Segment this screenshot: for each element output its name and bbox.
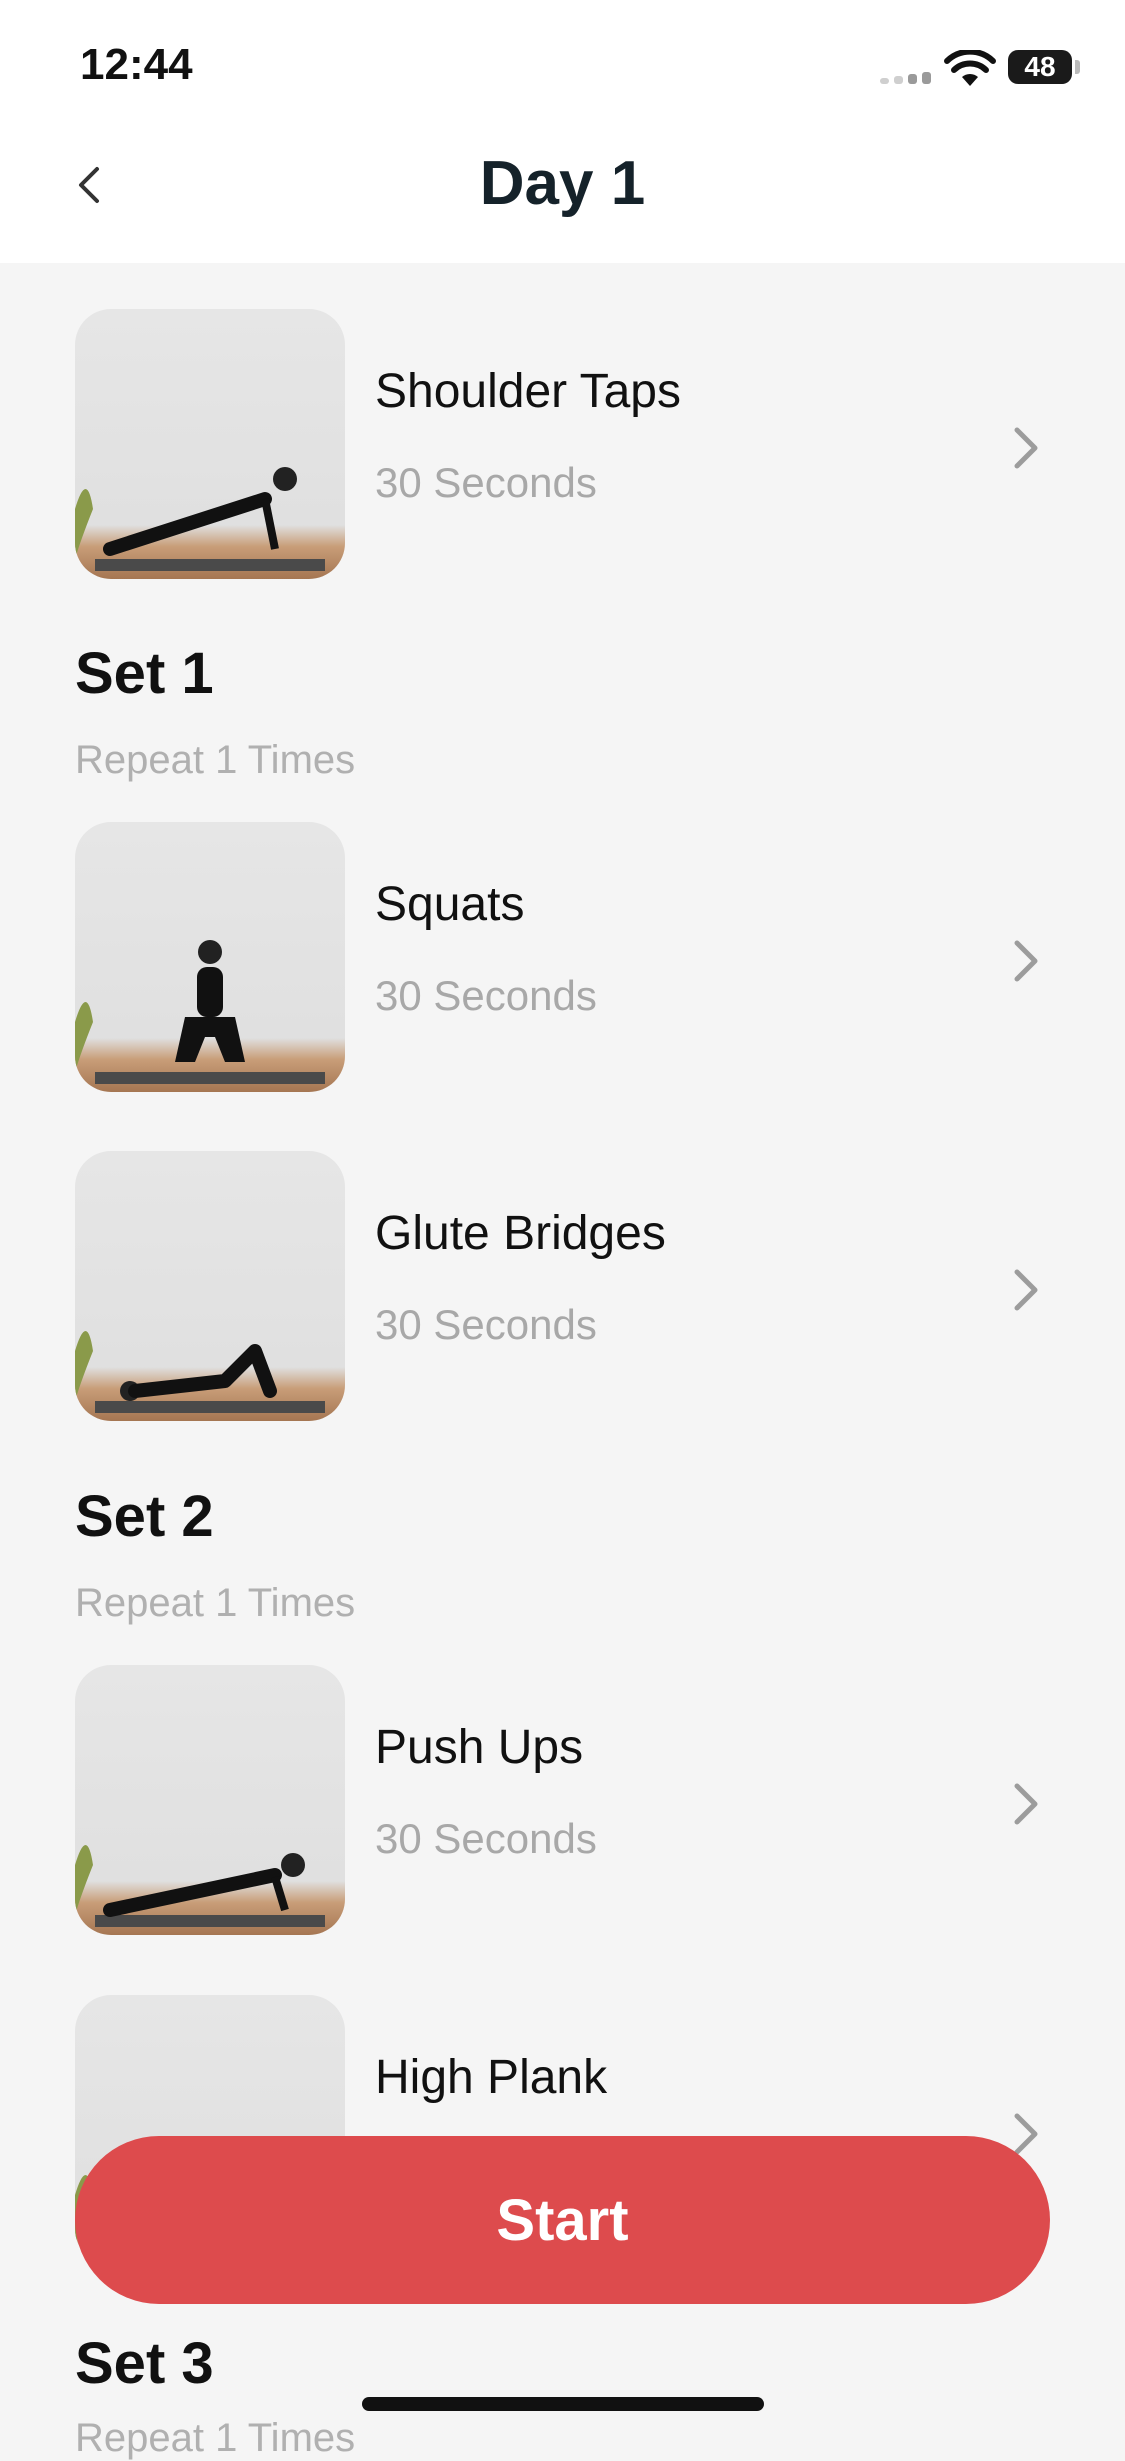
status-time: 12:44 — [80, 40, 193, 89]
set-title: Set 1 — [75, 641, 214, 706]
exercise-duration: 30 Seconds — [375, 972, 597, 1019]
exercise-name: High Plank — [375, 2051, 608, 2104]
set-title: Set 2 — [75, 1484, 214, 1549]
page-title: Day 1 — [479, 149, 646, 218]
chevron-right-icon — [1014, 940, 1038, 982]
exercise-name: Glute Bridges — [375, 1207, 666, 1260]
exercise-thumbnail — [75, 1151, 345, 1421]
chevron-right-icon — [1014, 427, 1038, 469]
exercise-name: Squats — [375, 878, 525, 931]
exercise-duration: 30 Seconds — [375, 1815, 597, 1862]
chevron-right-icon — [1014, 1269, 1038, 1311]
home-indicator — [362, 2397, 764, 2411]
exercise-row[interactable]: Glute Bridges 30 Seconds — [75, 1151, 1075, 1421]
set-repeat: Repeat 1 Times — [75, 738, 356, 782]
set-repeat: Repeat 1 Times — [75, 1581, 356, 1625]
header: 12:44 48 Day 1 — [0, 0, 1125, 263]
exercise-row[interactable]: Push Ups 30 Seconds — [75, 1665, 1075, 1935]
exercise-name: Push Ups — [375, 1721, 584, 1774]
wifi-icon — [944, 50, 996, 86]
cellular-signal-icon — [880, 70, 938, 84]
exercise-duration: 30 Seconds — [375, 459, 597, 506]
exercise-thumbnail — [75, 822, 345, 1092]
set-title: Set 3 — [75, 2331, 214, 2396]
exercise-duration: 30 Seconds — [375, 1301, 597, 1348]
exercise-name: Shoulder Taps — [375, 365, 681, 418]
exercise-row[interactable]: Shoulder Taps 30 Seconds — [75, 309, 1075, 579]
chevron-right-icon — [1014, 1783, 1038, 1825]
set-repeat: Repeat 1 Times — [75, 2416, 356, 2460]
start-button[interactable]: Start — [75, 2136, 1050, 2304]
battery-cap — [1075, 60, 1080, 74]
battery-icon: 48 — [1008, 50, 1072, 84]
exercise-row[interactable]: Squats 30 Seconds — [75, 822, 1075, 1092]
exercise-thumbnail — [75, 1665, 345, 1935]
exercise-thumbnail — [75, 309, 345, 579]
